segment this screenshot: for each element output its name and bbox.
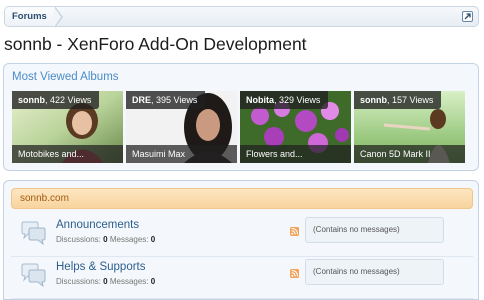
- album-owner[interactable]: DRE: [132, 95, 151, 105]
- last-post-info: (Contains no messages): [305, 217, 444, 243]
- breadcrumb-forums-link[interactable]: Forums: [5, 7, 59, 26]
- album-caption[interactable]: Motobikes and...: [12, 145, 123, 163]
- album-views: , 422 Views: [45, 95, 92, 105]
- category-header[interactable]: sonnb.com: [11, 188, 473, 209]
- discussions-label: Discussions:: [56, 235, 101, 244]
- album-views: , 329 Views: [274, 95, 321, 105]
- forum-node-title[interactable]: Helps & Supports: [56, 261, 146, 273]
- album-owner[interactable]: Nobita: [246, 95, 274, 105]
- album-owner[interactable]: sonnb: [18, 95, 45, 105]
- album-title: Nobita, 329 Views: [240, 91, 329, 109]
- rss-feed-icon[interactable]: [290, 265, 299, 278]
- forum-node-icon: [19, 221, 47, 246]
- messages-count: 0: [150, 235, 156, 244]
- forum-node-title[interactable]: Announcements: [56, 219, 139, 231]
- discussions-label: Discussions:: [56, 277, 101, 286]
- album-views: , 157 Views: [387, 95, 434, 105]
- rss-feed-icon[interactable]: [290, 223, 299, 236]
- messages-label: Messages:: [109, 277, 149, 286]
- album-caption[interactable]: Canon 5D Mark II: [354, 145, 465, 163]
- messages-label: Messages:: [109, 235, 149, 244]
- album-title: sonnb, 157 Views: [354, 91, 442, 109]
- album-card[interactable]: Nobita, 329 Views Flowers and...: [240, 91, 351, 163]
- forum-node-stats: Discussions: 0 Messages: 0: [56, 277, 155, 286]
- album-title: sonnb, 422 Views: [12, 91, 100, 109]
- forum-node-icon: [19, 263, 47, 288]
- discussions-count: 0: [103, 235, 108, 244]
- album-views: , 395 Views: [151, 95, 198, 105]
- album-title: DRE, 395 Views: [126, 91, 206, 109]
- forum-node-stats: Discussions: 0 Messages: 0: [56, 235, 155, 244]
- album-owner[interactable]: sonnb: [360, 95, 387, 105]
- album-caption[interactable]: Masuimi Max: [126, 145, 237, 163]
- last-post-info: (Contains no messages): [305, 259, 444, 285]
- messages-count: 0: [150, 277, 156, 286]
- album-card[interactable]: sonnb, 157 Views Canon 5D Mark II: [354, 91, 465, 163]
- forum-list: sonnb.com Announcements Discussions: 0 M…: [3, 180, 479, 300]
- discussions-count: 0: [103, 277, 108, 286]
- forum-node: Announcements Discussions: 0 Messages: 0…: [11, 215, 473, 257]
- album-caption[interactable]: Flowers and...: [240, 145, 351, 163]
- breadcrumb: Forums: [4, 6, 479, 28]
- jump-to-icon[interactable]: [462, 11, 473, 22]
- most-viewed-albums: Most Viewed Albums sonnb, 422 Views Moto…: [3, 63, 479, 171]
- forum-node: Helps & Supports Discussions: 0 Messages…: [11, 257, 473, 299]
- page-title: sonnb - XenForo Add-On Development: [4, 34, 307, 54]
- albums-heading-link[interactable]: Most Viewed Albums: [12, 71, 119, 83]
- album-card[interactable]: DRE, 395 Views Masuimi Max: [126, 91, 237, 163]
- album-card[interactable]: sonnb, 422 Views Motobikes and...: [12, 91, 123, 163]
- breadcrumb-separator-inner: [54, 7, 61, 27]
